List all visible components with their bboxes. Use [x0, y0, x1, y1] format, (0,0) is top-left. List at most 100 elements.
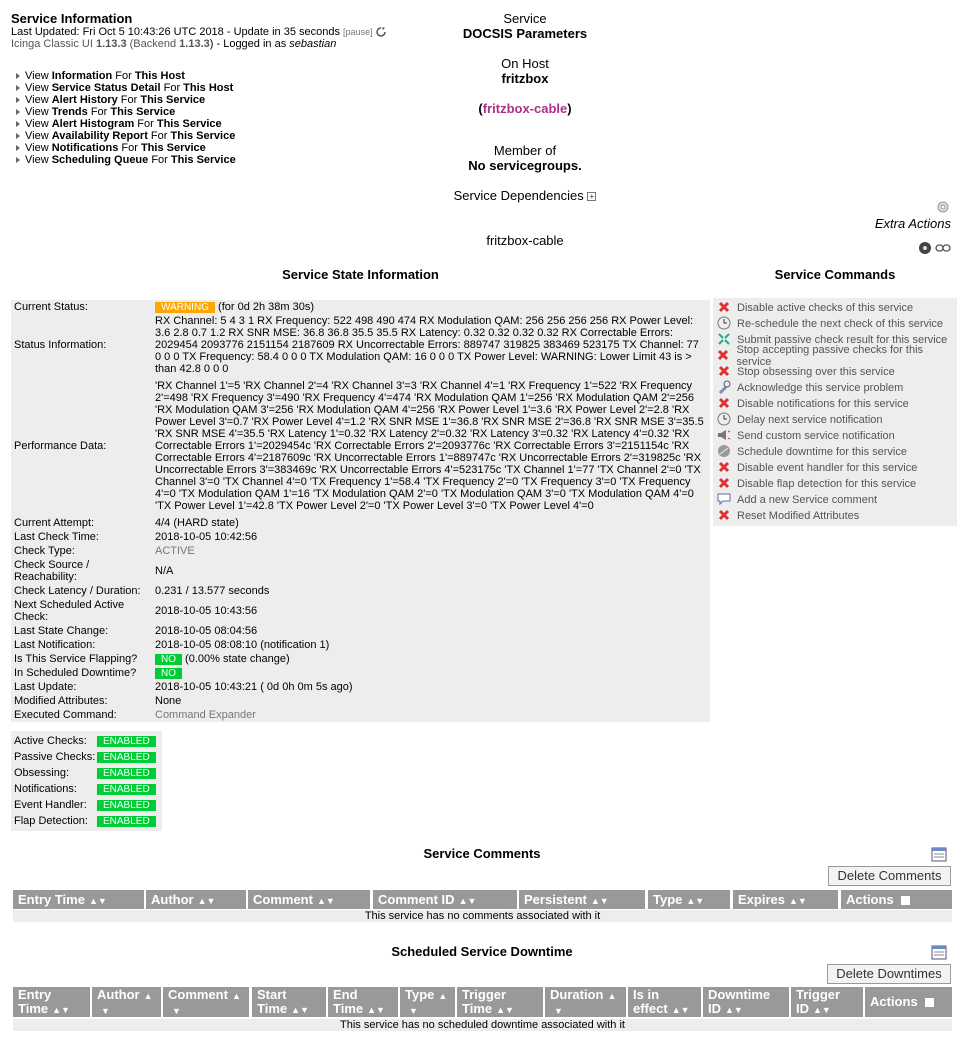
column-header[interactable]: Persistent ▲▼ — [519, 890, 645, 909]
downtime-icon — [716, 444, 731, 461]
column-header[interactable]: Comment ID ▲▼ — [373, 890, 517, 909]
column-header[interactable]: Entry Time ▲▼ — [13, 987, 90, 1017]
command-item[interactable]: Schedule downtime for this service — [713, 444, 957, 460]
column-header[interactable]: Trigger ID ▲▼ — [791, 987, 863, 1017]
downtime-title: Scheduled Service Downtime — [391, 944, 573, 959]
sort-icon[interactable]: ▲▼ — [591, 892, 609, 911]
check-row: Notifications: ENABLED — [11, 781, 162, 797]
view-link[interactable]: View Alert History For This Service — [16, 94, 236, 106]
check-label: Obsessing: — [14, 767, 70, 779]
view-link[interactable]: View Scheduling Queue For This Service — [16, 154, 236, 166]
command-item[interactable]: Re-schedule the next check of this servi… — [713, 316, 957, 332]
arrow-right-icon — [16, 157, 20, 164]
host-alias-link[interactable]: fritzbox-cable — [483, 101, 568, 116]
view-link[interactable]: View Trends For This Service — [16, 106, 236, 118]
state-label: Last Update: — [14, 681, 77, 693]
arrow-right-icon — [16, 121, 20, 128]
column-header[interactable]: Duration ▲ ▼ — [545, 987, 626, 1017]
column-header[interactable]: Downtime ID ▲▼ — [703, 987, 789, 1017]
check-label: Passive Checks: — [14, 751, 96, 763]
refresh-icon[interactable] — [375, 27, 386, 37]
command-item[interactable]: Acknowledge this service problem — [713, 380, 957, 396]
state-value: WARNING (for 0d 2h 38m 30s) — [155, 301, 707, 313]
sort-icon[interactable]: ▲▼ — [725, 1003, 743, 1017]
table-icon[interactable] — [931, 846, 947, 862]
enabled-badge[interactable]: ENABLED — [97, 815, 156, 827]
expand-icon[interactable]: + — [587, 192, 597, 202]
view-link[interactable]: View Information For This Host — [16, 70, 236, 82]
gear-icon[interactable] — [935, 199, 951, 215]
sort-icon[interactable]: ▲▼ — [496, 1003, 514, 1017]
pause-link[interactable]: [pause] — [343, 27, 373, 37]
member-label: Member of — [493, 143, 557, 158]
sort-icon[interactable]: ▲▼ — [459, 892, 477, 911]
sort-icon[interactable]: ▼ — [554, 1004, 563, 1018]
host-link-line: (fritzbox-cable) — [478, 101, 572, 116]
select-all-checkbox[interactable] — [899, 895, 911, 907]
sort-icon[interactable]: ▲▼ — [52, 1003, 70, 1017]
command-item[interactable]: Reset Modified Attributes — [713, 508, 957, 524]
sort-icon[interactable]: ▲▼ — [317, 892, 335, 911]
column-header[interactable]: Expires ▲▼ — [733, 890, 838, 909]
command-item[interactable]: Delay next service notification — [713, 412, 957, 428]
comments-title: Service Comments — [423, 846, 541, 861]
view-link[interactable]: View Notifications For This Service — [16, 142, 236, 154]
column-header[interactable]: Author▲▼ — [92, 987, 161, 1017]
sort-icon[interactable]: ▲▼ — [367, 1003, 385, 1017]
check-row: Active Checks: ENABLED — [11, 733, 162, 749]
column-header[interactable]: Is in effect ▲▼ — [628, 987, 701, 1017]
table-icon[interactable] — [931, 944, 947, 960]
command-item[interactable]: Add a new Service comment — [713, 492, 957, 508]
sort-icon[interactable]: ▼ — [101, 1004, 110, 1018]
command-item[interactable]: Send custom service notification — [713, 428, 957, 444]
comments-empty-message: This service has no comments associated … — [13, 910, 952, 922]
view-link[interactable]: View Availability Report For This Servic… — [16, 130, 236, 142]
delete-comments-button[interactable]: Delete Comments — [828, 866, 951, 886]
disc-icon[interactable] — [918, 241, 932, 255]
sort-up-icon[interactable]: ▲ — [607, 989, 616, 1003]
sort-up-icon[interactable]: ▲ — [438, 989, 447, 1003]
column-header[interactable]: Author▲▼ — [146, 890, 246, 909]
enabled-badge[interactable]: ENABLED — [97, 751, 156, 763]
enabled-badge[interactable]: ENABLED — [97, 783, 156, 795]
enabled-badge[interactable]: ENABLED — [97, 767, 156, 779]
state-label: In Scheduled Downtime? — [14, 667, 137, 679]
command-item[interactable]: Disable flap detection for this service — [713, 476, 957, 492]
command-item[interactable]: Stop accepting passive checks for this s… — [713, 344, 957, 368]
sort-icon[interactable]: ▲▼ — [789, 892, 807, 911]
sort-icon[interactable]: ▲▼ — [686, 892, 704, 911]
enabled-badge[interactable]: ENABLED — [97, 735, 156, 747]
sort-icon[interactable]: ▲▼ — [813, 1003, 831, 1017]
state-row: Last Check Time: 2018-10-05 10:42:56 — [11, 530, 710, 544]
sort-icon[interactable]: ▲▼ — [291, 1003, 309, 1017]
sort-icon[interactable]: ▲▼ — [198, 892, 216, 911]
command-item[interactable]: Disable event handler for this service — [713, 460, 957, 476]
sort-up-icon[interactable]: ▲ — [144, 989, 153, 1003]
service-box: Service DOCSIS Parameters On Host fritzb… — [395, 11, 655, 248]
column-header[interactable]: Type▲▼ — [648, 890, 730, 909]
column-header[interactable]: Comment▲▼ — [163, 987, 249, 1017]
command-label: Re-schedule the next check of this servi… — [737, 318, 944, 330]
delete-downtimes-button[interactable]: Delete Downtimes — [827, 964, 951, 984]
view-link[interactable]: View Service Status Detail For This Host — [16, 82, 236, 94]
sort-icon[interactable]: ▼ — [172, 1004, 181, 1018]
sort-up-icon[interactable]: ▲ — [232, 989, 241, 1003]
column-header[interactable]: End Time ▲▼ — [328, 987, 398, 1017]
select-all-checkbox[interactable] — [923, 996, 935, 1008]
column-header[interactable]: Start Time ▲▼ — [252, 987, 326, 1017]
state-value: 2018-10-05 10:42:56 — [155, 531, 258, 543]
sort-icon[interactable]: ▲▼ — [89, 892, 107, 911]
command-item[interactable]: Disable notifications for this service — [713, 396, 957, 412]
column-header[interactable]: Comment▲▼ — [248, 890, 370, 909]
column-header[interactable]: Entry Time ▲▼ — [13, 890, 144, 909]
link-icon[interactable] — [935, 243, 951, 253]
enabled-badge[interactable]: ENABLED — [97, 799, 156, 811]
arrow-right-icon — [16, 133, 20, 140]
status-badge: NO — [155, 654, 182, 665]
column-header[interactable]: Trigger Time ▲▼ — [457, 987, 543, 1017]
sort-icon[interactable]: ▲▼ — [672, 1003, 690, 1017]
sort-icon[interactable]: ▼ — [409, 1004, 418, 1018]
column-header[interactable]: Type▲▼ — [400, 987, 455, 1017]
command-item[interactable]: Disable active checks of this service — [713, 300, 957, 316]
view-link[interactable]: View Alert Histogram For This Service — [16, 118, 236, 130]
